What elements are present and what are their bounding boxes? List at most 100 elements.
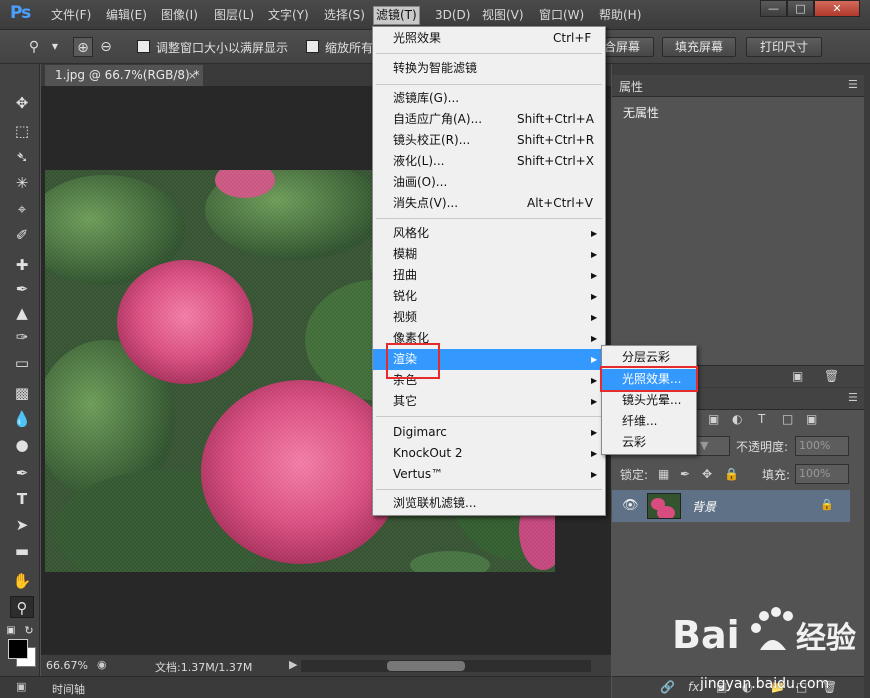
history-brush-tool-icon[interactable]: ✑: [10, 326, 34, 348]
move-tool-icon[interactable]: ✥: [10, 92, 34, 114]
crop-tool-icon[interactable]: ⌖: [10, 198, 34, 220]
menu-item-filter-gallery[interactable]: 滤镜库(G)...: [373, 88, 605, 109]
zoom-tool-icon[interactable]: ⚲: [24, 37, 44, 57]
quick-select-tool-icon[interactable]: ✳: [10, 172, 34, 194]
menu-image[interactable]: 图像(I): [159, 7, 200, 24]
menu-window[interactable]: 窗口(W): [537, 7, 586, 24]
filter-shape-icon[interactable]: □: [782, 412, 793, 426]
lock-all-icon[interactable]: 🔒: [724, 467, 739, 481]
menu-3d[interactable]: 3D(D): [433, 7, 472, 24]
menu-item-knockout[interactable]: KnockOut 2 ▶: [373, 443, 605, 464]
menu-item-vanishing-point[interactable]: 消失点(V)... Alt+Ctrl+V: [373, 193, 605, 214]
rectangle-tool-icon[interactable]: ▬: [10, 540, 34, 562]
submenu-item-difference-clouds[interactable]: 分层云彩: [602, 347, 696, 368]
menu-item-convert-smart-filters[interactable]: 转换为智能滤镜: [373, 58, 605, 79]
blur-tool-icon[interactable]: 💧: [10, 408, 34, 430]
blend-mode-dropdown[interactable]: ▼: [696, 436, 730, 456]
menu-filter[interactable]: 滤镜(T): [373, 6, 420, 25]
menu-item-noise[interactable]: 杂色 ▶: [373, 370, 605, 391]
menu-view[interactable]: 视图(V): [480, 7, 526, 24]
brush-tool-icon[interactable]: ✒: [10, 278, 34, 300]
submenu-item-lighting-effects[interactable]: 光照效果...: [602, 369, 696, 390]
menu-item-liquify[interactable]: 液化(L)... Shift+Ctrl+X: [373, 151, 605, 172]
zoom-tool-icon[interactable]: ⚲: [10, 596, 34, 618]
menu-item-blur[interactable]: 模糊 ▶: [373, 244, 605, 265]
zoom-all-checkbox[interactable]: [306, 40, 319, 53]
pen-tool-icon[interactable]: ✒: [10, 462, 34, 484]
layer-lock-icon: 🔒: [820, 498, 834, 511]
status-menu-arrow-icon[interactable]: ▶: [289, 658, 297, 671]
menu-item-render[interactable]: 渲染 ▶: [373, 349, 605, 370]
hand-tool-icon[interactable]: ✋: [10, 570, 34, 592]
menu-item-adaptive-wide-angle[interactable]: 自适应广角(A)... Shift+Ctrl+A: [373, 109, 605, 130]
menu-item-distort[interactable]: 扭曲 ▶: [373, 265, 605, 286]
menu-item-sharpen[interactable]: 锐化 ▶: [373, 286, 605, 307]
menu-item-video[interactable]: 视频 ▶: [373, 307, 605, 328]
filter-adjustment-icon[interactable]: ◐: [732, 412, 742, 426]
menu-item-stylize[interactable]: 风格化 ▶: [373, 223, 605, 244]
tool-preset-dropdown-icon[interactable]: ▼: [45, 37, 65, 57]
menu-select[interactable]: 选择(S): [322, 7, 367, 24]
healing-brush-tool-icon[interactable]: ✚: [10, 254, 34, 276]
filter-pixel-icon[interactable]: ▣: [708, 412, 719, 426]
menu-file[interactable]: 文件(F): [49, 7, 93, 24]
eyedropper-tool-icon[interactable]: ✐: [10, 224, 34, 246]
document-tab[interactable]: 1.jpg @ 66.7%(RGB/8) * ×: [45, 65, 203, 86]
lasso-tool-icon[interactable]: ➴: [10, 146, 34, 168]
lock-transparent-icon[interactable]: ▦: [658, 467, 669, 481]
fill-screen-button[interactable]: 填充屏幕: [662, 37, 736, 57]
minimize-button[interactable]: —: [760, 0, 787, 17]
visibility-eye-icon[interactable]: 👁: [622, 498, 639, 513]
menu-item-digimarc[interactable]: Digimarc ▶: [373, 422, 605, 443]
menu-item-other[interactable]: 其它 ▶: [373, 391, 605, 412]
submenu-item-fibers[interactable]: 纤维...: [602, 411, 696, 432]
menu-item-vertus[interactable]: Vertus™ ▶: [373, 464, 605, 485]
layer-row-background[interactable]: 👁 背景 🔒: [612, 490, 850, 522]
panel-trash-icon[interactable]: 🗑: [824, 369, 839, 383]
link-layers-icon[interactable]: 🔗: [660, 680, 675, 694]
timeline-panel-tab[interactable]: ▣ 时间轴: [0, 676, 611, 698]
fill-input[interactable]: 100%: [795, 464, 849, 484]
properties-tab[interactable]: 属性: [619, 78, 643, 95]
eraser-tool-icon[interactable]: ▭: [10, 352, 34, 374]
menu-layer[interactable]: 图层(L): [212, 7, 256, 24]
marquee-tool-icon[interactable]: ⬚: [10, 120, 34, 142]
gradient-tool-icon[interactable]: ▩: [10, 382, 34, 404]
submenu-item-clouds[interactable]: 云彩: [602, 432, 696, 453]
menu-item-lens-correction[interactable]: 镜头校正(R)... Shift+Ctrl+R: [373, 130, 605, 151]
dodge-tool-icon[interactable]: ●: [10, 434, 34, 456]
zoom-level[interactable]: 66.67%: [46, 659, 88, 672]
menu-item-browse-filters-online[interactable]: 浏览联机滤镜...: [373, 493, 605, 514]
clone-stamp-tool-icon[interactable]: ▲: [10, 302, 34, 324]
menu-type[interactable]: 文字(Y): [266, 7, 311, 24]
status-info-icon[interactable]: ◉: [97, 658, 107, 671]
layer-name[interactable]: 背景: [692, 498, 716, 515]
menu-item-last-filter[interactable]: 光照效果 Ctrl+F: [373, 28, 605, 49]
menu-item-pixelate[interactable]: 像素化 ▶: [373, 328, 605, 349]
foreground-color-swatch[interactable]: [8, 639, 28, 659]
print-size-button[interactable]: 打印尺寸: [746, 37, 822, 57]
resize-windows-checkbox[interactable]: [137, 40, 150, 53]
path-select-tool-icon[interactable]: ➤: [10, 514, 34, 536]
maximize-button[interactable]: □: [787, 0, 814, 17]
horizontal-scrollbar[interactable]: [301, 660, 591, 672]
lock-position-icon[interactable]: ✥: [702, 467, 712, 481]
layers-panel-menu-icon[interactable]: ☰: [848, 391, 858, 404]
scrollbar-thumb[interactable]: [387, 661, 465, 671]
layer-style-icon[interactable]: fx: [688, 680, 699, 694]
menu-edit[interactable]: 编辑(E): [104, 7, 149, 24]
filter-smart-icon[interactable]: ▣: [806, 412, 817, 426]
panel-menu-icon[interactable]: ☰: [848, 78, 858, 91]
opacity-input[interactable]: 100%: [795, 436, 849, 456]
close-window-button[interactable]: ✕: [814, 0, 860, 17]
lock-image-icon[interactable]: ✒: [680, 467, 690, 481]
menu-help[interactable]: 帮助(H): [597, 7, 643, 24]
panel-new-icon[interactable]: ▣: [792, 369, 803, 383]
zoom-in-icon[interactable]: ⊕: [73, 37, 93, 57]
close-tab-icon[interactable]: ×: [188, 65, 197, 86]
zoom-out-icon[interactable]: ⊖: [96, 37, 116, 57]
submenu-item-lens-flare[interactable]: 镜头光晕...: [602, 390, 696, 411]
type-tool-icon[interactable]: T: [10, 488, 34, 510]
menu-item-oil-paint[interactable]: 油画(O)...: [373, 172, 605, 193]
filter-type-icon[interactable]: T: [758, 412, 765, 426]
